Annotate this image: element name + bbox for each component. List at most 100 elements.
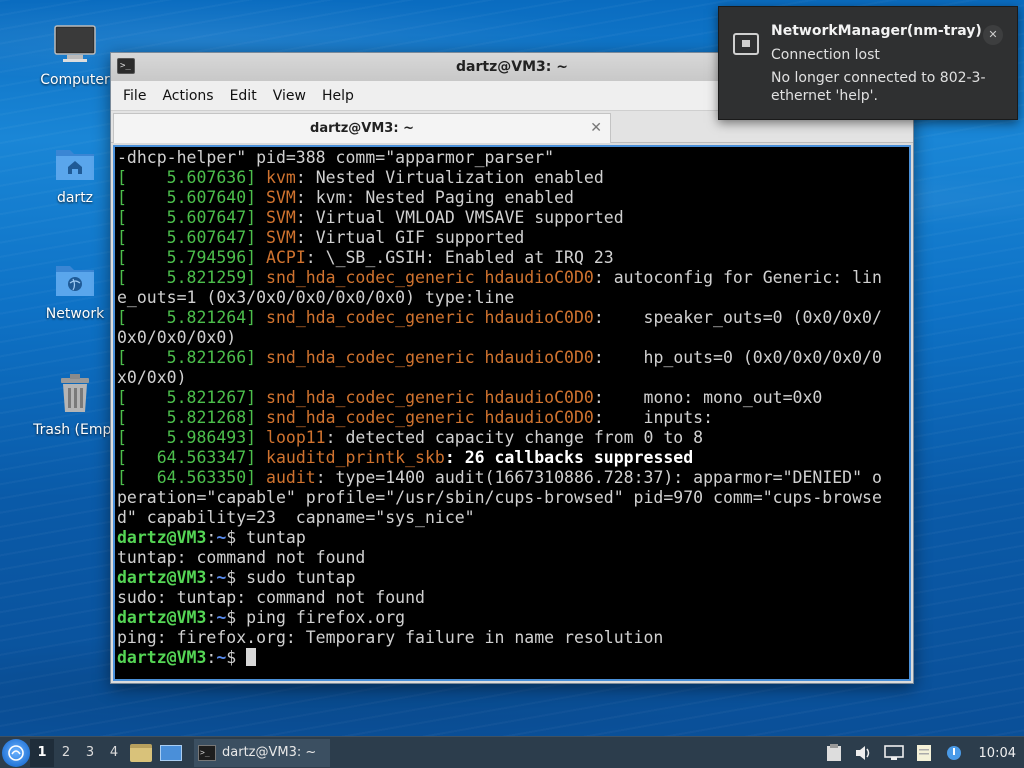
terminal-text: $ sudo tuntap bbox=[226, 568, 356, 587]
terminal-text: : mono: mono_out=0x0 bbox=[593, 388, 823, 407]
workspace-1[interactable]: 1 bbox=[30, 738, 54, 767]
terminal-text: : Nested Virtualization enabled bbox=[295, 168, 604, 187]
notes-icon[interactable] bbox=[912, 741, 936, 765]
close-icon[interactable]: ✕ bbox=[983, 25, 1003, 45]
terminal-text: : bbox=[206, 568, 217, 587]
terminal-line: dartz@VM3:~$ tuntap bbox=[117, 528, 909, 548]
menu-help[interactable]: Help bbox=[314, 88, 362, 104]
update-notifier-icon[interactable] bbox=[942, 741, 966, 765]
tab-terminal[interactable]: dartz@VM3: ~ ✕ bbox=[113, 113, 611, 143]
terminal-line: dartz@VM3:~$ bbox=[117, 648, 909, 668]
terminal-icon: >_ bbox=[198, 744, 216, 761]
menu-file[interactable]: File bbox=[115, 88, 154, 104]
terminal-text: : autoconfig for Generic: lin bbox=[593, 268, 882, 287]
terminal-icon: >_ bbox=[117, 58, 135, 74]
terminal-text: : bbox=[206, 608, 217, 627]
terminal-text: : Virtual VMLOAD VMSAVE supported bbox=[295, 208, 624, 227]
terminal-text: e_outs=1 (0x3/0x0/0x0/0x0/0x0) type:line bbox=[117, 288, 515, 307]
workspace-2[interactable]: 2 bbox=[54, 739, 78, 767]
terminal-cursor bbox=[246, 648, 257, 666]
terminal-output[interactable]: -dhcp-helper" pid=388 comm="apparmor_par… bbox=[113, 145, 911, 681]
terminal-text: [ 5.821267] bbox=[117, 388, 257, 407]
terminal-text: snd_hda_codec_generic hdaudioC0D0 bbox=[266, 348, 594, 367]
terminal-text: snd_hda_codec_generic hdaudioC0D0 bbox=[266, 268, 594, 287]
workspace-3[interactable]: 3 bbox=[78, 739, 102, 767]
taskbar: 1 2 3 4 >_ dartz@VM3: ~ 10:04 bbox=[0, 736, 1024, 768]
terminal-text: ~ bbox=[216, 568, 227, 587]
terminal-text: [ 5.821266] bbox=[117, 348, 257, 367]
task-label: dartz@VM3: ~ bbox=[222, 745, 317, 760]
terminal-text: [ 64.563347] bbox=[117, 448, 257, 467]
terminal-line: [ 5.821268] snd_hda_codec_generic hdaudi… bbox=[117, 408, 909, 428]
terminal-line: sudo: tuntap: command not found bbox=[117, 588, 909, 608]
terminal-text: x0/0x0) bbox=[117, 368, 187, 387]
terminal-line: [ 5.607647] SVM: Virtual GIF supported bbox=[117, 228, 909, 248]
terminal-text: ~ bbox=[216, 648, 227, 667]
terminal-text: [ 5.607647] bbox=[117, 208, 257, 227]
terminal-line: 0x0/0x0/0x0) bbox=[117, 328, 909, 348]
terminal-line: dartz@VM3:~$ ping firefox.org bbox=[117, 608, 909, 628]
terminal-text: : bbox=[206, 648, 217, 667]
volume-icon[interactable] bbox=[852, 741, 876, 765]
terminal-text: $ ping firefox.org bbox=[226, 608, 406, 627]
computer-icon bbox=[54, 25, 96, 62]
tab-label: dartz@VM3: ~ bbox=[310, 121, 414, 136]
clipboard-icon[interactable] bbox=[822, 741, 846, 765]
terminal-text: ping: firefox.org: Temporary failure in … bbox=[117, 628, 664, 647]
terminal-text: : inputs: bbox=[593, 408, 714, 427]
terminal-text: d" capability=23 capname="sys_nice" bbox=[117, 508, 475, 527]
terminal-line: peration="capable" profile="/usr/sbin/cu… bbox=[117, 488, 909, 508]
terminal-text: : bbox=[206, 528, 217, 547]
menu-edit[interactable]: Edit bbox=[222, 88, 265, 104]
terminal-text: SVM bbox=[266, 228, 296, 247]
lubuntu-logo-icon bbox=[8, 744, 24, 761]
terminal-line: [ 5.607636] kvm: Nested Virtualization e… bbox=[117, 168, 909, 188]
file-manager-icon[interactable] bbox=[130, 743, 152, 762]
terminal-text: : 26 callbacks suppressed bbox=[444, 448, 694, 467]
notification-popup[interactable]: NetworkManager(nm-tray) Connection lost … bbox=[718, 6, 1018, 120]
network-wired-icon[interactable] bbox=[882, 741, 906, 765]
notification-summary: Connection lost bbox=[771, 47, 880, 63]
terminal-line: [ 5.607640] SVM: kvm: Nested Paging enab… bbox=[117, 188, 909, 208]
terminal-line: [ 5.986493] loop11: detected capacity ch… bbox=[117, 428, 909, 448]
show-desktop-icon[interactable] bbox=[160, 744, 182, 761]
terminal-text: : Virtual GIF supported bbox=[295, 228, 525, 247]
terminal-text: [ 5.986493] bbox=[117, 428, 257, 447]
terminal-text: ACPI bbox=[266, 248, 306, 267]
terminal-text: [ 64.563350] bbox=[117, 468, 257, 487]
terminal-text: SVM bbox=[266, 208, 296, 227]
terminal-text: ~ bbox=[216, 608, 227, 627]
terminal-line: [ 5.821259] snd_hda_codec_generic hdaudi… bbox=[117, 268, 909, 288]
system-tray: 10:04 bbox=[819, 737, 1024, 768]
clock[interactable]: 10:04 bbox=[979, 746, 1016, 761]
terminal-line: -dhcp-helper" pid=388 comm="apparmor_par… bbox=[117, 148, 909, 168]
home-folder-icon bbox=[56, 150, 94, 180]
close-icon[interactable]: ✕ bbox=[590, 120, 602, 136]
start-menu-button[interactable] bbox=[2, 738, 30, 767]
terminal-text: dartz@VM3 bbox=[117, 648, 207, 667]
taskbar-task-terminal[interactable]: >_ dartz@VM3: ~ bbox=[194, 738, 330, 767]
terminal-text: [ 5.821264] bbox=[117, 308, 257, 327]
menu-view[interactable]: View bbox=[265, 88, 314, 104]
menu-actions[interactable]: Actions bbox=[154, 88, 221, 104]
notification-title: NetworkManager(nm-tray) bbox=[771, 23, 982, 39]
workspace-4[interactable]: 4 bbox=[102, 739, 126, 767]
terminal-text: : \_SB_.GSIH: Enabled at IRQ 23 bbox=[305, 248, 614, 267]
terminal-text: sudo: tuntap: command not found bbox=[117, 588, 425, 607]
terminal-text: : kvm: Nested Paging enabled bbox=[295, 188, 574, 207]
terminal-text: [ 5.794596] bbox=[117, 248, 257, 267]
network-folder-icon bbox=[56, 266, 94, 296]
terminal-text: $ tuntap bbox=[226, 528, 306, 547]
terminal-text: [ 5.821268] bbox=[117, 408, 257, 427]
terminal-text: : type=1400 audit(1667310886.728:37): ap… bbox=[315, 468, 882, 487]
